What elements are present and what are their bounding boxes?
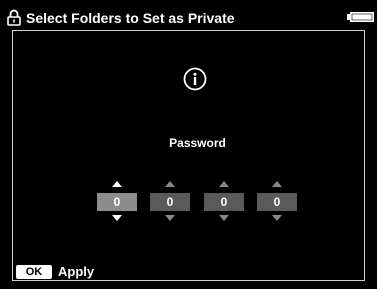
ok-button[interactable]: OK xyxy=(16,265,52,279)
lock-icon xyxy=(7,9,21,26)
digit-value: 0 xyxy=(204,193,244,211)
digit-value: 0 xyxy=(257,193,297,211)
password-label: Password xyxy=(169,136,226,150)
digit-value: 0 xyxy=(97,193,137,211)
password-digit-1[interactable]: 0 xyxy=(97,181,137,223)
password-digit-3[interactable]: 0 xyxy=(204,181,244,223)
decrement-arrow-icon[interactable] xyxy=(165,215,175,221)
increment-arrow-icon[interactable] xyxy=(165,181,175,187)
screen-title: Select Folders to Set as Private xyxy=(26,10,235,26)
info-icon xyxy=(183,67,207,91)
decrement-arrow-icon[interactable] xyxy=(272,215,282,221)
decrement-arrow-icon[interactable] xyxy=(112,215,122,221)
title-bar: Select Folders to Set as Private xyxy=(0,8,377,28)
password-digit-4[interactable]: 0 xyxy=(257,181,297,223)
increment-arrow-icon[interactable] xyxy=(112,181,122,187)
apply-label: Apply xyxy=(58,264,95,279)
screen: Select Folders to Set as Private Passwor… xyxy=(0,0,377,289)
digit-value: 0 xyxy=(150,193,190,211)
decrement-arrow-icon[interactable] xyxy=(219,215,229,221)
battery-icon xyxy=(347,12,374,22)
password-digit-2[interactable]: 0 xyxy=(150,181,190,223)
increment-arrow-icon[interactable] xyxy=(219,181,229,187)
increment-arrow-icon[interactable] xyxy=(272,181,282,187)
